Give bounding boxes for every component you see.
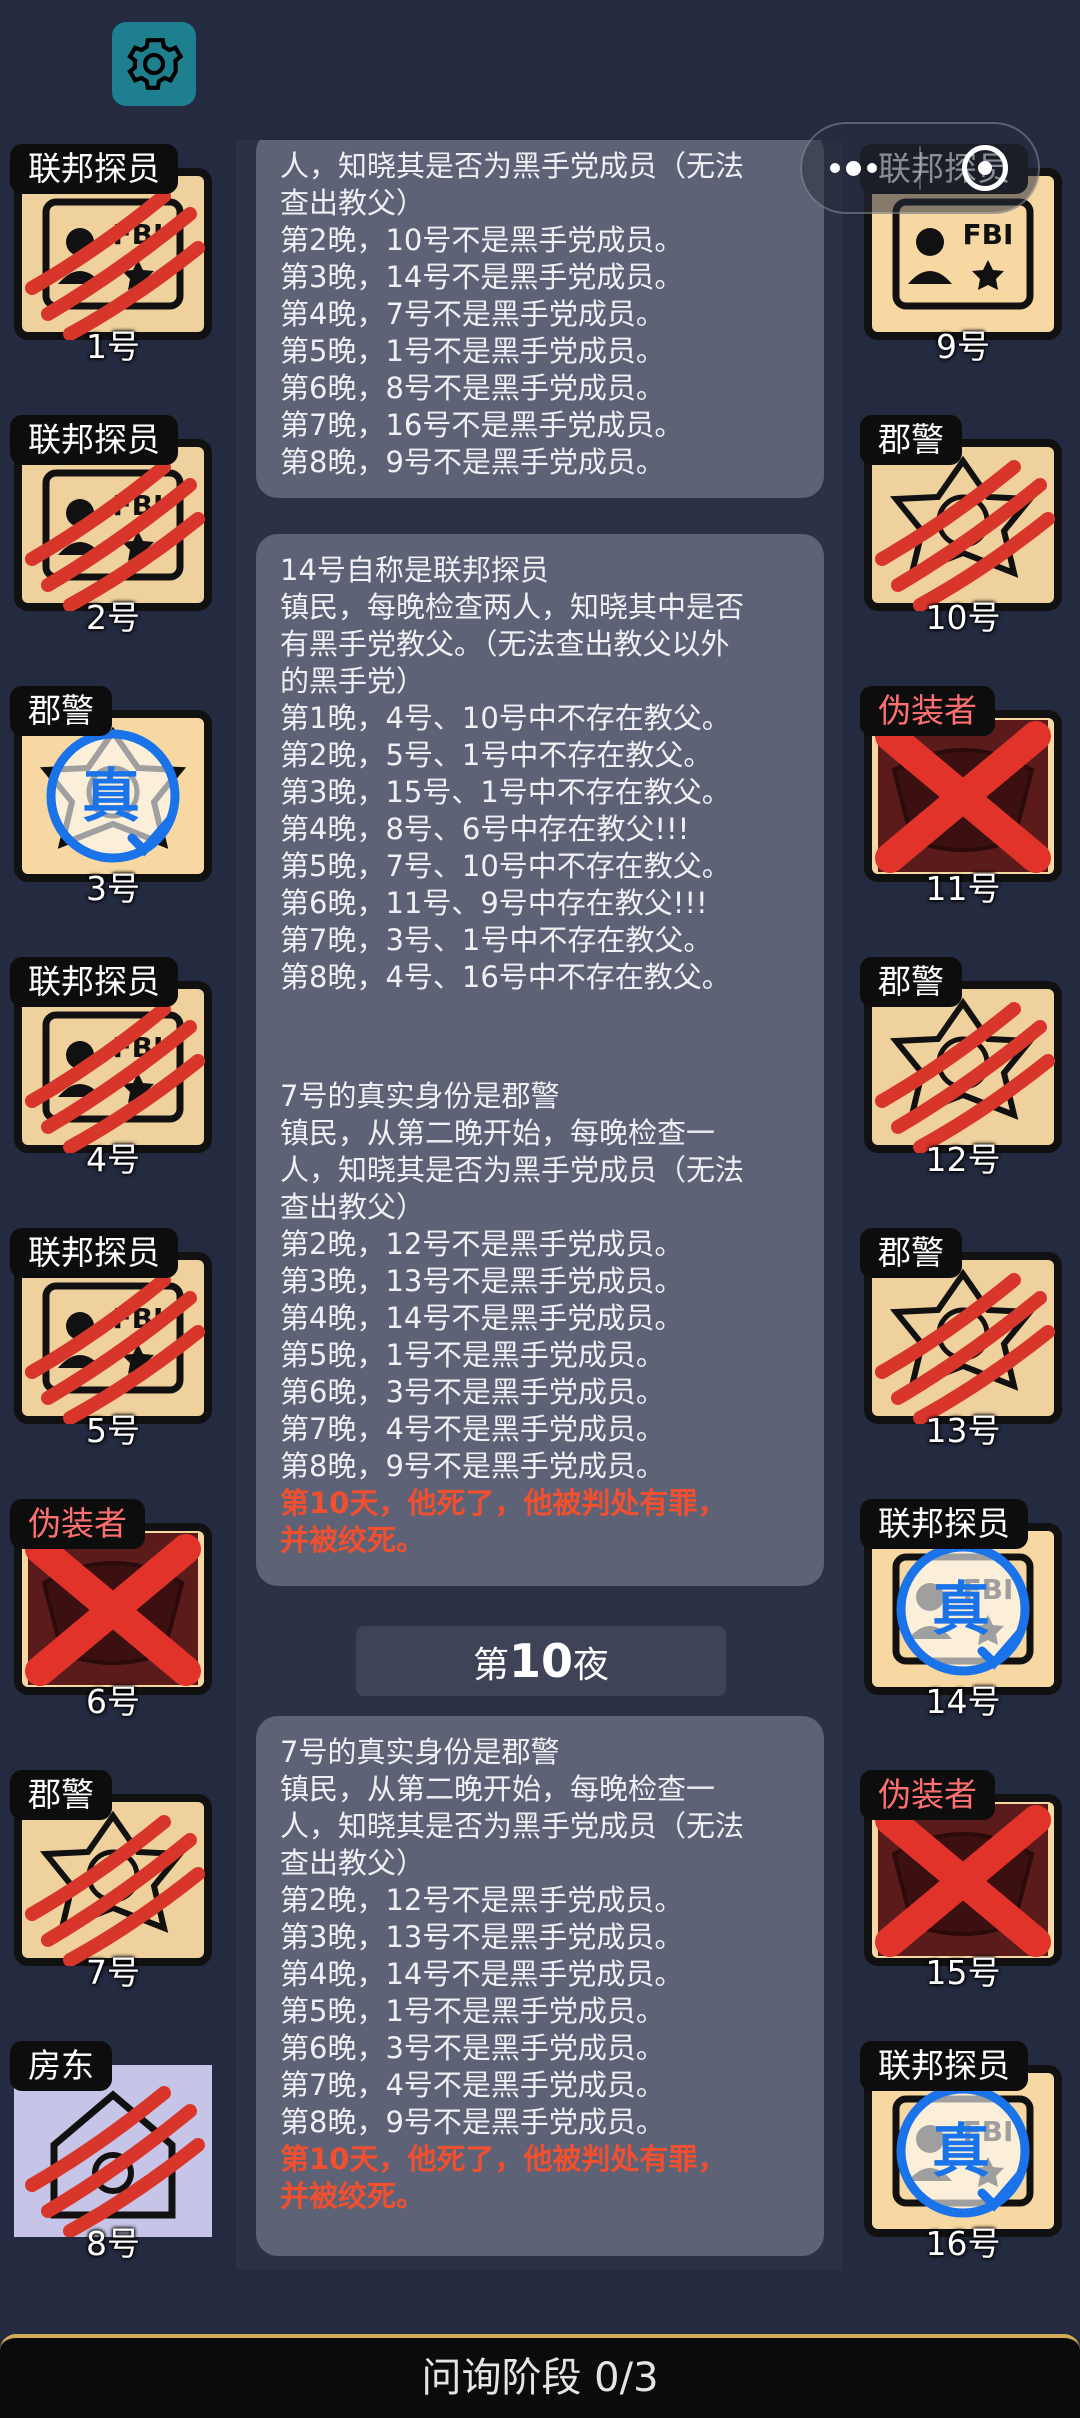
message-text: 14号自称是联邦探员 镇民，每晚检查两人，知晓其中是否 有黑手党教父。（无法查出… [280, 553, 745, 994]
player-number: 6号 [86, 1682, 140, 1721]
gear-icon [127, 38, 184, 90]
svg-text:真: 真 [82, 762, 140, 830]
role-label: 联邦探员 [860, 2041, 1028, 2091]
night-divider: 第10夜 [356, 1626, 726, 1696]
night-prefix: 第 [472, 1645, 509, 1686]
svg-text:真: 真 [932, 1575, 990, 1643]
night-number: 10 [508, 1634, 573, 1688]
player-number: 7号 [86, 1953, 140, 1992]
role-label: 联邦探员 [10, 957, 178, 1007]
player-card[interactable]: 伪装者 6号 [10, 1499, 216, 1721]
message-text: 7号的真实身份是郡警 镇民，从第二晚开始，每晚检查一 人，知晓其是否为黑手党成员… [280, 1735, 745, 2139]
role-label: 郡警 [10, 1770, 112, 1820]
fbi-text: FBI [963, 218, 1014, 251]
player-number: 8号 [86, 2224, 140, 2263]
player-number: 15号 [925, 1953, 1001, 1992]
player-number: 9号 [936, 327, 990, 366]
message-feed[interactable]: 人，知晓其是否为黑手党成员（无法 查出教父） 第2晚，10号不是黑手党成员。 第… [236, 140, 842, 2270]
capsule-divider [918, 146, 921, 190]
role-label: 伪装者 [860, 1770, 995, 1820]
player-card[interactable]: 伪装者 15号 [860, 1770, 1066, 1992]
player-number: 3号 [86, 869, 140, 908]
mini-program-capsule [800, 122, 1040, 214]
player-number: 13号 [925, 1411, 1001, 1450]
player-number: 1号 [86, 327, 140, 366]
top-bar [0, 0, 1080, 140]
settings-button[interactable] [112, 22, 196, 106]
player-card[interactable]: 郡警 10号 [860, 415, 1066, 637]
death-notice: 第10天，他死了，他被判处有罪， 并被绞死。 [280, 2142, 727, 2213]
role-label: 郡警 [860, 415, 962, 465]
player-number: 14号 [925, 1682, 1001, 1721]
phase-bar: 问询阶段 0/3 [0, 2334, 1080, 2418]
phase-label: 问询阶段 0/3 [421, 2355, 659, 2401]
player-card[interactable]: 郡警 13号 [860, 1228, 1066, 1450]
player-card[interactable]: FBI 联邦探员 5号 [10, 1228, 216, 1450]
role-label: 房东 [10, 2041, 112, 2091]
night-suffix: 夜 [573, 1645, 610, 1686]
message-text: 7号的真实身份是郡警 镇民，从第二晚开始，每晚检查一 人，知晓其是否为黑手党成员… [280, 1079, 745, 1483]
player-card[interactable]: 郡警 12号 [860, 957, 1066, 1179]
death-notice: 第10天，他死了，他被判处有罪， 并被绞死。 [280, 1486, 727, 1557]
role-label: 伪装者 [10, 1499, 145, 1549]
role-label: 郡警 [860, 957, 962, 1007]
role-label: 伪装者 [860, 686, 995, 736]
role-label: 郡警 [10, 686, 112, 736]
more-dots-icon[interactable] [830, 160, 877, 176]
svg-text:真: 真 [932, 2117, 990, 2185]
player-card[interactable]: FBI真联邦探员16号 [860, 2041, 1066, 2263]
player-card[interactable]: 真 郡警 3号 [10, 686, 216, 908]
player-number: 16号 [925, 2224, 1001, 2263]
message-bubble: 7号的真实身份是郡警 镇民，从第二晚开始，每晚检查一 人，知晓其是否为黑手党成员… [256, 1060, 824, 1586]
player-number: 11号 [925, 869, 1001, 908]
player-card[interactable]: FBI 联邦探员 2号 [10, 415, 216, 637]
player-number: 12号 [925, 1140, 1001, 1179]
message-text: 人，知晓其是否为黑手党成员（无法 查出教父） 第2晚，10号不是黑手党成员。 第… [280, 149, 745, 479]
player-number: 5号 [86, 1411, 140, 1450]
role-label: 联邦探员 [10, 415, 178, 465]
player-card[interactable]: FBI真联邦探员14号 [860, 1499, 1066, 1721]
player-number: 4号 [86, 1140, 140, 1179]
player-card[interactable]: FBI 联邦探员 1号 [10, 144, 216, 366]
player-number: 10号 [925, 598, 1001, 637]
message-bubble: 人，知晓其是否为黑手党成员（无法 查出教父） 第2晚，10号不是黑手党成员。 第… [256, 140, 824, 498]
close-target-icon[interactable] [962, 145, 1008, 191]
player-card[interactable]: 郡警 7号 [10, 1770, 216, 1992]
role-label: 联邦探员 [860, 1499, 1028, 1549]
role-label: 联邦探员 [10, 144, 178, 194]
player-number: 2号 [86, 598, 140, 637]
role-label: 联邦探员 [10, 1228, 178, 1278]
player-card[interactable]: 伪装者 11号 [860, 686, 1066, 908]
player-card[interactable]: 房东 8号 [10, 2041, 216, 2263]
role-label: 郡警 [860, 1228, 962, 1278]
message-bubble: 7号的真实身份是郡警 镇民，从第二晚开始，每晚检查一 人，知晓其是否为黑手党成员… [256, 1716, 824, 2256]
player-card[interactable]: FBI 联邦探员 4号 [10, 957, 216, 1179]
